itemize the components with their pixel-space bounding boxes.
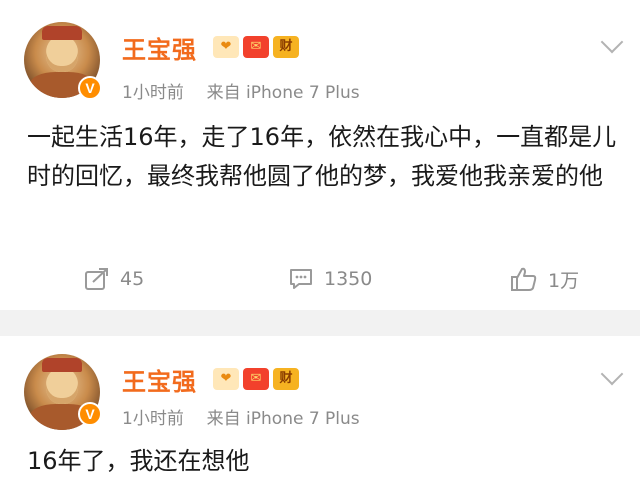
verified-badge-icon: V — [78, 76, 102, 100]
post-meta: 1小时前 来自 iPhone 7 Plus — [122, 404, 360, 429]
author-name[interactable]: 王宝强 — [122, 362, 197, 397]
post-meta: 1小时前 来自 iPhone 7 Plus — [122, 78, 360, 103]
comment-button[interactable]: 1350 — [288, 259, 372, 299]
post-actions: 45 1350 1万 — [0, 259, 640, 299]
comment-count: 1350 — [324, 268, 373, 290]
comment-icon — [290, 269, 312, 289]
weibo-post[interactable]: V 王宝强 ❤ ✉ 财 1小时前 来自 iPhone 7 Plus 一起生活16… — [0, 0, 640, 310]
author-name[interactable]: 王宝强 — [122, 30, 197, 65]
cai-badge-icon[interactable]: 财 — [273, 36, 299, 58]
post-time: 1小时前 — [122, 83, 184, 103]
post-source[interactable]: 来自 iPhone 7 Plus — [207, 409, 360, 429]
like-count: 1万 — [548, 269, 580, 292]
avatar-figure-face — [46, 36, 78, 72]
cai-badge-icon[interactable]: 财 — [273, 368, 299, 390]
verified-badge-icon: V — [78, 402, 102, 426]
post-text: 一起生活16年，走了16年，依然在我心中，一直都是儿时的回忆，最终我帮他圆了他的… — [27, 123, 617, 190]
repost-count: 45 — [120, 268, 145, 290]
chevron-down-icon[interactable] — [600, 30, 624, 54]
avatar-figure-face — [46, 368, 78, 404]
post-time: 1小时前 — [122, 409, 184, 429]
chevron-down-icon[interactable] — [600, 362, 624, 386]
red-envelope-icon[interactable]: ✉ — [243, 36, 269, 58]
avatar-figure-crown — [42, 358, 82, 372]
like-button[interactable]: 1万 — [510, 259, 579, 299]
red-envelope-icon[interactable]: ✉ — [243, 368, 269, 390]
thumbs-up-icon — [511, 267, 537, 291]
weibo-post[interactable]: V 王宝强 ❤ ✉ 财 1小时前 来自 iPhone 7 Plus 16年了，我… — [0, 336, 640, 499]
avatar-figure-crown — [42, 26, 82, 40]
repost-button[interactable]: 45 — [84, 259, 144, 299]
heart-hand-icon[interactable]: ❤ — [213, 368, 239, 390]
post-text: 16年了，我还在想他 — [27, 447, 250, 475]
repost-icon — [85, 268, 108, 290]
post-source[interactable]: 来自 iPhone 7 Plus — [207, 83, 360, 103]
post-divider — [0, 310, 640, 336]
heart-hand-icon[interactable]: ❤ — [213, 36, 239, 58]
